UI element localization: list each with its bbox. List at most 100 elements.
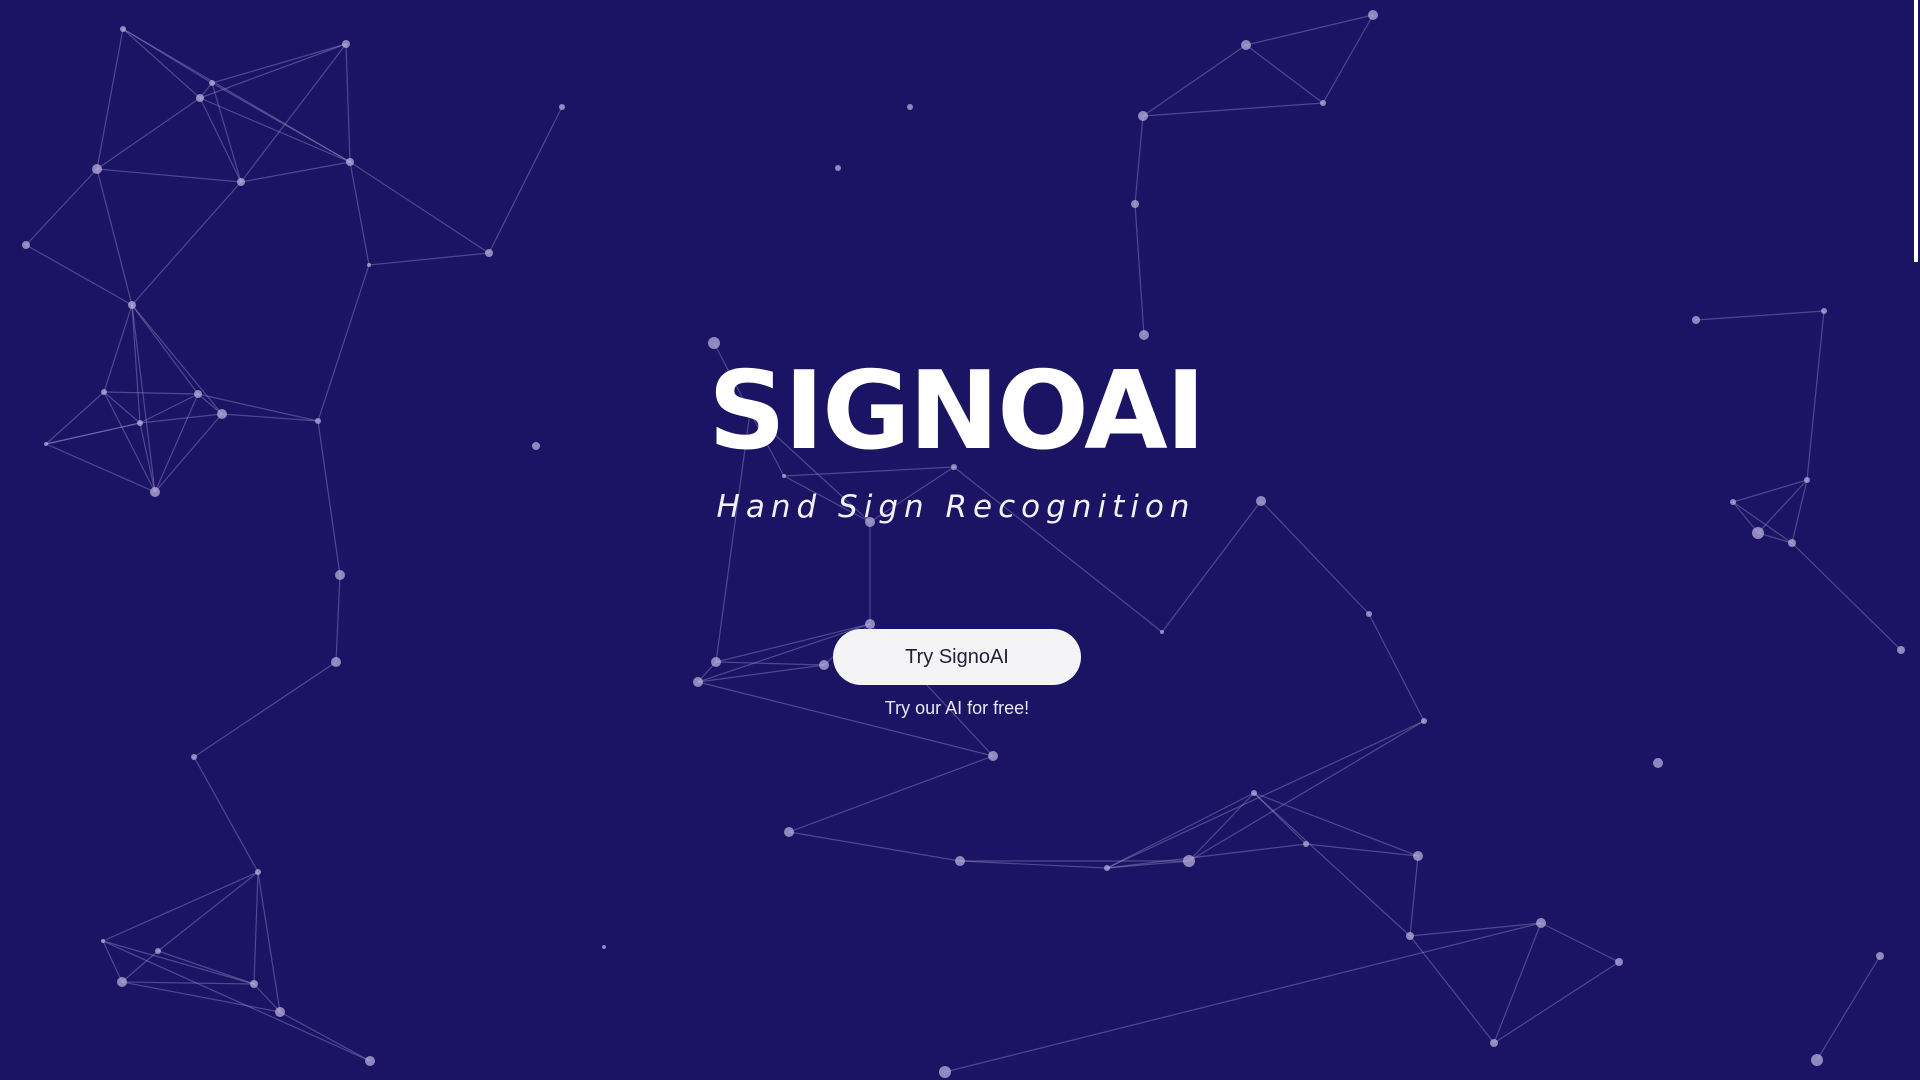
- network-link: [96, 168, 133, 306]
- network-node: [367, 263, 371, 267]
- network-link: [1757, 479, 1808, 534]
- network-node: [1821, 308, 1827, 314]
- network-link: [1106, 792, 1255, 869]
- network-link: [1409, 935, 1495, 1044]
- network-link: [103, 391, 199, 395]
- network-node: [191, 754, 197, 760]
- network-node: [196, 94, 204, 102]
- network-node: [988, 751, 998, 761]
- network-link: [1106, 720, 1425, 869]
- network-node: [711, 657, 721, 667]
- network-link: [102, 940, 123, 983]
- network-node: [939, 1066, 951, 1078]
- network-node: [117, 977, 127, 987]
- network-link: [1322, 14, 1374, 104]
- network-link: [139, 413, 223, 424]
- network-node: [1160, 630, 1164, 634]
- network-link: [783, 466, 955, 477]
- network-node: [1615, 958, 1623, 966]
- network-node: [101, 939, 105, 943]
- network-link: [1368, 613, 1425, 722]
- network-link: [1732, 479, 1808, 503]
- network-node: [150, 487, 160, 497]
- network-link: [1106, 843, 1307, 869]
- network-node: [335, 570, 345, 580]
- network-node: [602, 945, 606, 949]
- network-link: [1134, 115, 1144, 205]
- network-link: [1791, 542, 1902, 651]
- network-link: [1816, 955, 1881, 1061]
- network-link: [335, 574, 341, 663]
- network-link: [345, 43, 351, 163]
- network-link: [349, 161, 370, 266]
- network-link: [154, 413, 223, 493]
- network-node: [255, 869, 261, 875]
- network-link: [1134, 203, 1145, 336]
- network-node: [1139, 330, 1149, 340]
- network-link: [45, 443, 156, 493]
- network-link: [1245, 14, 1374, 46]
- network-link: [25, 168, 98, 246]
- network-link: [697, 681, 994, 757]
- network-node: [1811, 1054, 1823, 1066]
- network-node: [1368, 10, 1378, 20]
- network-node: [346, 158, 354, 166]
- network-link: [45, 391, 105, 445]
- try-signoai-button[interactable]: Try SignoAI: [833, 629, 1081, 685]
- network-link: [139, 393, 199, 424]
- network-link: [715, 661, 825, 666]
- network-link: [96, 168, 242, 183]
- network-link: [253, 871, 259, 985]
- network-node: [784, 827, 794, 837]
- network-link: [1142, 44, 1247, 117]
- network-node: [1730, 499, 1736, 505]
- network-link: [1493, 922, 1542, 1044]
- network-link: [211, 82, 351, 163]
- network-link: [96, 97, 201, 170]
- network-link: [488, 106, 563, 254]
- network-node: [693, 677, 703, 687]
- network-node: [1256, 496, 1266, 506]
- network-link: [102, 940, 371, 1062]
- network-link: [317, 420, 341, 576]
- network-link: [96, 28, 124, 170]
- network-link: [103, 391, 141, 424]
- network-link: [279, 1011, 371, 1062]
- network-node: [865, 619, 875, 629]
- network-node: [44, 442, 48, 446]
- network-node: [1320, 100, 1326, 106]
- network-link: [788, 755, 994, 833]
- scrollbar-thumb[interactable]: [1914, 0, 1918, 262]
- network-link: [749, 411, 785, 477]
- network-node: [315, 418, 321, 424]
- network-node: [1692, 316, 1700, 324]
- network-node: [1653, 758, 1663, 768]
- network-link: [953, 466, 1163, 633]
- network-node: [1536, 918, 1546, 928]
- network-node: [951, 464, 957, 470]
- network-link: [1253, 792, 1411, 937]
- network-node: [708, 337, 720, 349]
- network-link: [749, 411, 871, 523]
- network-node: [1104, 865, 1110, 871]
- network-node: [1406, 932, 1414, 940]
- network-link: [240, 161, 351, 183]
- network-link: [1188, 792, 1255, 862]
- network-node: [128, 301, 136, 309]
- network-node: [22, 241, 30, 249]
- network-node: [1490, 1039, 1498, 1047]
- network-link: [45, 422, 141, 445]
- network-node: [155, 948, 161, 954]
- network-node: [532, 442, 540, 450]
- network-node: [275, 1007, 285, 1017]
- particle-network-background: [22, 10, 1905, 1078]
- network-link: [240, 43, 347, 183]
- network-node: [1804, 477, 1810, 483]
- network-link: [199, 43, 347, 99]
- network-node: [1183, 855, 1195, 867]
- network-node: [137, 420, 143, 426]
- network-link: [131, 304, 156, 493]
- network-node: [1413, 851, 1423, 861]
- network-node: [955, 856, 965, 866]
- network-link: [25, 244, 133, 306]
